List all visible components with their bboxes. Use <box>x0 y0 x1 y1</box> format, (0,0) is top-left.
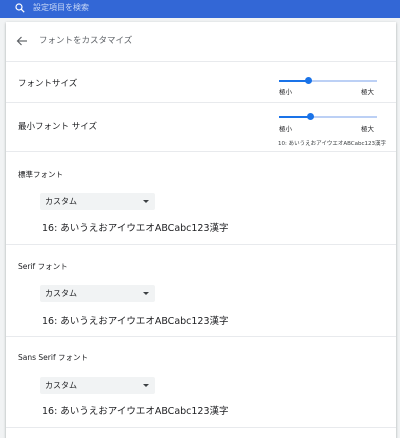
sub-page-header: フォントをカスタマイズ <box>6 22 396 61</box>
divider <box>6 336 396 337</box>
divider <box>6 102 396 103</box>
sans-serif-font-sample: 16: あいうえおアイウエオABCabc123漢字 <box>42 406 229 417</box>
min-font-size-label: 最小フォント サイズ <box>18 122 97 132</box>
divider <box>6 61 396 62</box>
dropdown-arrow-icon <box>143 384 149 387</box>
serif-font-select[interactable]: カスタム <box>40 285 155 302</box>
page-title: フォントをカスタマイズ <box>39 36 133 46</box>
dropdown-arrow-icon <box>143 200 149 203</box>
slider-fill <box>279 116 311 118</box>
divider <box>6 427 396 428</box>
dropdown-arrow-icon <box>143 292 149 295</box>
standard-font-select[interactable]: カスタム <box>40 193 155 210</box>
serif-font-title: Serif フォント <box>18 262 68 271</box>
standard-font-title: 標準フォント <box>18 170 63 179</box>
font-size-slider[interactable] <box>279 75 377 87</box>
sans-serif-font-select[interactable]: カスタム <box>40 377 155 394</box>
standard-font-sample: 16: あいうえおアイウエオABCabc123漢字 <box>42 223 229 234</box>
min-font-size-min-label: 極小 <box>279 125 292 133</box>
slider-fill <box>279 80 309 82</box>
select-value: カスタム <box>45 197 77 206</box>
top-search-bar: 設定項目を検索 <box>0 0 400 18</box>
settings-card: フォントをカスタマイズ フォントサイズ 極小 極大 最小フォント サイズ 極小 … <box>6 22 396 438</box>
min-font-size-max-label: 極大 <box>361 125 374 133</box>
slider-thumb[interactable] <box>304 77 312 84</box>
back-arrow-icon[interactable] <box>16 36 28 46</box>
font-size-label: フォントサイズ <box>18 79 78 89</box>
min-font-size-slider[interactable] <box>279 111 377 123</box>
select-value: カスタム <box>45 381 77 390</box>
divider <box>6 244 396 245</box>
font-size-max-label: 極大 <box>361 88 374 96</box>
font-size-min-label: 極小 <box>279 88 292 96</box>
divider <box>6 151 396 152</box>
min-font-size-preview: 10: あいうえおアイウエオABCabc123漢字 <box>278 141 386 147</box>
select-value: カスタム <box>45 289 77 298</box>
slider-thumb[interactable] <box>306 113 314 120</box>
search-input[interactable]: 設定項目を検索 <box>33 3 89 13</box>
sans-serif-font-title: Sans Serif フォント <box>18 353 88 362</box>
search-icon[interactable] <box>15 3 25 13</box>
serif-font-sample: 16: あいうえおアイウエオABCabc123漢字 <box>42 316 229 327</box>
